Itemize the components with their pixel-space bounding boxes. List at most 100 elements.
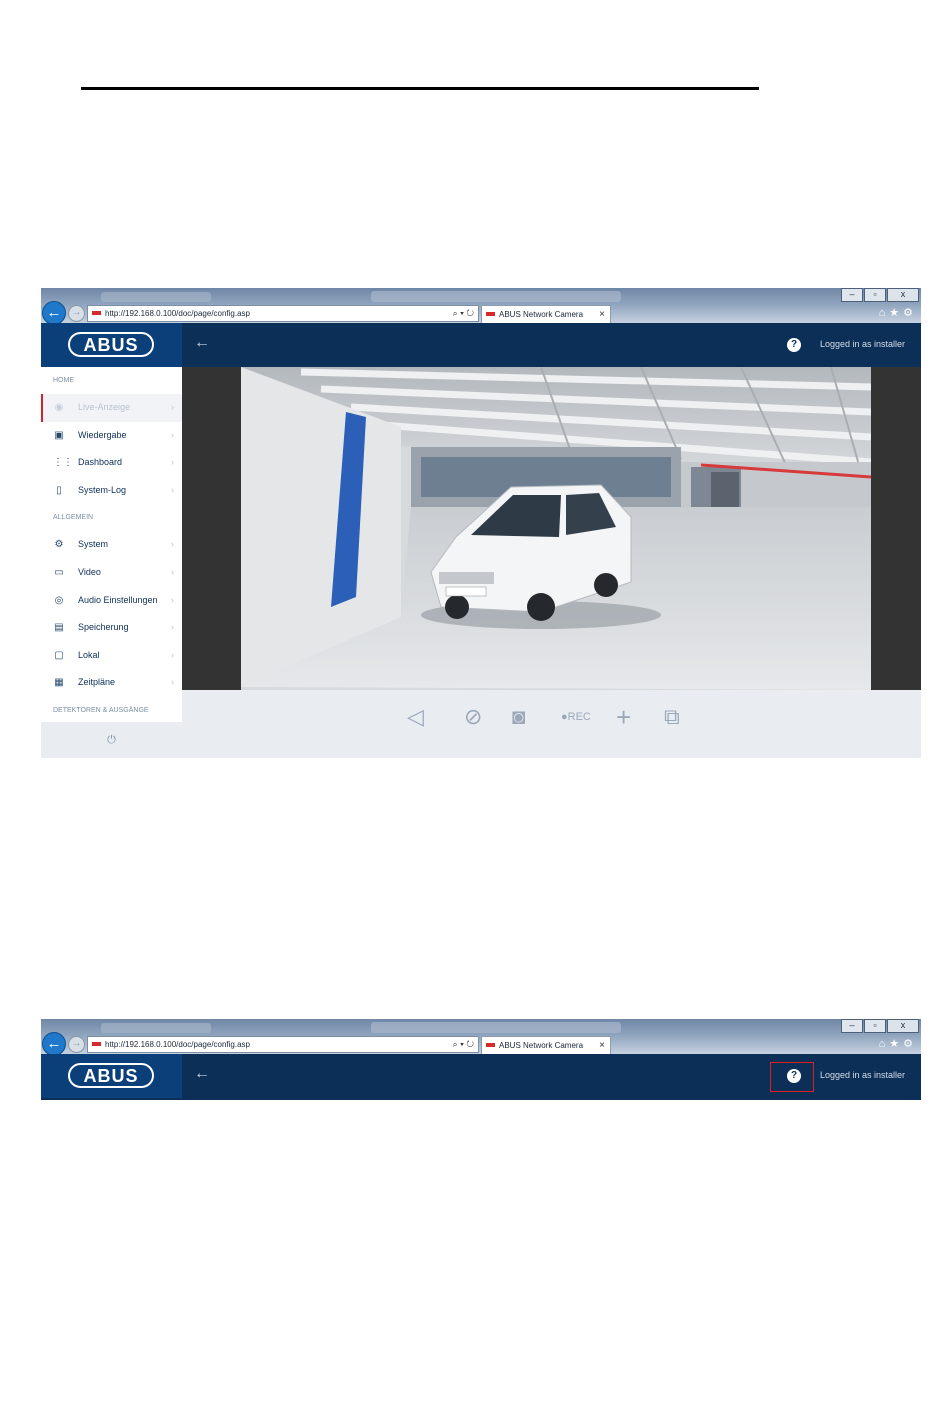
player-controls: ◁ ⊘ ◙ ●REC + ⧉ [182, 690, 921, 758]
logo-area: ABUS [41, 323, 182, 367]
tab-site-icon [486, 312, 495, 317]
video-icon: ▭ [54, 566, 64, 578]
restore-button[interactable]: ▫ [864, 288, 886, 302]
mic-muted-icon[interactable]: ⊘ [464, 702, 482, 732]
browser-forward-button[interactable]: → [68, 1036, 85, 1053]
blurred-tab [371, 1022, 621, 1033]
speaker-icon[interactable]: ◁ [407, 702, 424, 732]
record-button[interactable]: ●REC [561, 702, 591, 732]
abus-logo[interactable]: ABUS [68, 332, 154, 357]
home-icon[interactable]: ⌂ [879, 307, 890, 319]
close-window-button[interactable]: x [887, 1019, 919, 1033]
chevron-right-icon: › [171, 622, 174, 633]
power-icon[interactable]: ⏻ [41, 722, 182, 758]
browser-chrome: – ▫ x ← → http://192.168.0.100/doc/page/… [41, 1019, 921, 1056]
rec-label: REC [567, 711, 591, 723]
browser-back-button[interactable]: ← [42, 1032, 66, 1056]
eye-icon: ◉ [54, 402, 64, 413]
browser-back-button[interactable]: ← [42, 301, 66, 325]
gear-icon[interactable]: ⚙ [903, 307, 917, 319]
browser-chrome: – ▫ x ← → http://192.168.0.100/doc/page/… [41, 288, 921, 325]
log-icon: ▯ [56, 484, 62, 496]
site-icon [92, 1042, 101, 1047]
chevron-right-icon: › [171, 649, 174, 660]
blurred-tab [371, 291, 621, 302]
sidebar-item-dashboard[interactable]: ⋮⋮ Dashboard › [41, 449, 182, 477]
section-detectors: DETEKTOREN & AUSGÄNGE [53, 706, 149, 714]
browser-toolbar: ⌂★⚙ [879, 1037, 917, 1050]
minimize-button[interactable]: – [841, 1019, 863, 1033]
chevron-right-icon: › [171, 402, 174, 412]
browser-toolbar: ⌂★⚙ [879, 306, 917, 319]
browser-tab[interactable]: ABUS Network Camera × [481, 1036, 611, 1055]
tab-site-icon [486, 1043, 495, 1048]
address-bar[interactable]: http://192.168.0.100/doc/page/config.asp… [87, 1036, 479, 1053]
snapshot-icon[interactable]: ◙ [512, 702, 525, 732]
sidebar: HOME ◉ Live-Anzeige › ▣ Wiedergabe › ⋮⋮ … [41, 367, 182, 758]
abus-logo[interactable]: ABUS [68, 1063, 154, 1088]
star-icon[interactable]: ★ [889, 307, 903, 319]
tab-title: ABUS Network Camera [499, 1041, 584, 1050]
sidebar-item-system[interactable]: ⚙ System › [41, 531, 182, 559]
sidebar-item-schedules[interactable]: ▦ Zeitpläne › [41, 669, 182, 697]
live-camera-image [241, 367, 871, 690]
app-header: ABUS ← ? Logged in as installer [41, 323, 921, 367]
window-buttons: – ▫ x [840, 288, 919, 302]
chevron-right-icon: › [171, 677, 174, 688]
blurred-tab [101, 1023, 211, 1033]
storage-icon: ▤ [54, 622, 64, 634]
video-panel [182, 367, 921, 690]
app-header: ABUS ← ? Logged in as installer [41, 1054, 921, 1100]
sidebar-item-video[interactable]: ▭ Video › [41, 559, 182, 587]
sidebar-item-live-view[interactable]: ◉ Live-Anzeige › [41, 394, 182, 422]
back-arrow-icon[interactable]: ← [194, 1065, 210, 1083]
section-general: ALLGEMEIN [53, 514, 94, 522]
screenshot-live-view: – ▫ x ← → http://192.168.0.100/doc/page/… [41, 288, 921, 758]
chevron-right-icon: › [171, 566, 174, 577]
address-tools[interactable]: ⌕ ▾ ↻ [453, 1037, 474, 1052]
chevron-right-icon: › [171, 484, 174, 495]
back-arrow-icon[interactable]: ← [194, 334, 210, 352]
site-icon [92, 311, 101, 316]
window-buttons: – ▫ x [840, 1019, 919, 1033]
browser-forward-button[interactable]: → [68, 305, 85, 322]
fullscreen-icon[interactable]: ⧉ [664, 702, 680, 732]
browser-tab[interactable]: ABUS Network Camera × [481, 305, 611, 324]
top-rule [81, 87, 759, 90]
sidebar-item-local[interactable]: ▢ Lokal › [41, 642, 182, 670]
help-icon[interactable]: ? [787, 1069, 801, 1083]
chevron-right-icon: › [171, 429, 174, 440]
gear-icon[interactable]: ⚙ [903, 1038, 917, 1050]
chevron-right-icon: › [171, 457, 174, 468]
sidebar-item-audio[interactable]: ◎ Audio Einstellungen › [41, 587, 182, 615]
calendar-icon: ▦ [54, 677, 64, 689]
logged-in-status: Logged in as installer [820, 1070, 906, 1080]
section-home: HOME [53, 377, 74, 384]
record-icon: ● [561, 711, 568, 723]
restore-button[interactable]: ▫ [864, 1019, 886, 1033]
address-tools[interactable]: ⌕ ▾ ↻ [453, 306, 474, 321]
logged-in-status: Logged in as installer [820, 339, 906, 349]
zoom-plus-icon[interactable]: + [616, 702, 631, 732]
audio-icon: ◎ [54, 594, 64, 606]
screenshot-header-help: – ▫ x ← → http://192.168.0.100/doc/page/… [41, 1019, 921, 1100]
star-icon[interactable]: ★ [889, 1038, 903, 1050]
sidebar-item-system-log[interactable]: ▯ System-Log › [41, 477, 182, 505]
tab-close-icon[interactable]: × [599, 1037, 605, 1054]
address-url: http://192.168.0.100/doc/page/config.asp [105, 1040, 251, 1049]
dashboard-icon: ⋮⋮ [53, 457, 73, 469]
tab-title: ABUS Network Camera [499, 310, 584, 319]
close-window-button[interactable]: x [887, 288, 919, 302]
help-icon[interactable]: ? [787, 338, 801, 352]
blurred-tab [101, 292, 211, 302]
address-url: http://192.168.0.100/doc/page/config.asp [105, 309, 251, 318]
logo-area: ABUS [41, 1054, 182, 1098]
sidebar-item-storage[interactable]: ▤ Speicherung › [41, 614, 182, 642]
local-icon: ▢ [54, 649, 64, 661]
chevron-right-icon: › [171, 539, 174, 550]
minimize-button[interactable]: – [841, 288, 863, 302]
home-icon[interactable]: ⌂ [879, 1038, 890, 1050]
tab-close-icon[interactable]: × [599, 306, 605, 323]
address-bar[interactable]: http://192.168.0.100/doc/page/config.asp… [87, 305, 479, 322]
sidebar-item-playback[interactable]: ▣ Wiedergabe › [41, 422, 182, 450]
